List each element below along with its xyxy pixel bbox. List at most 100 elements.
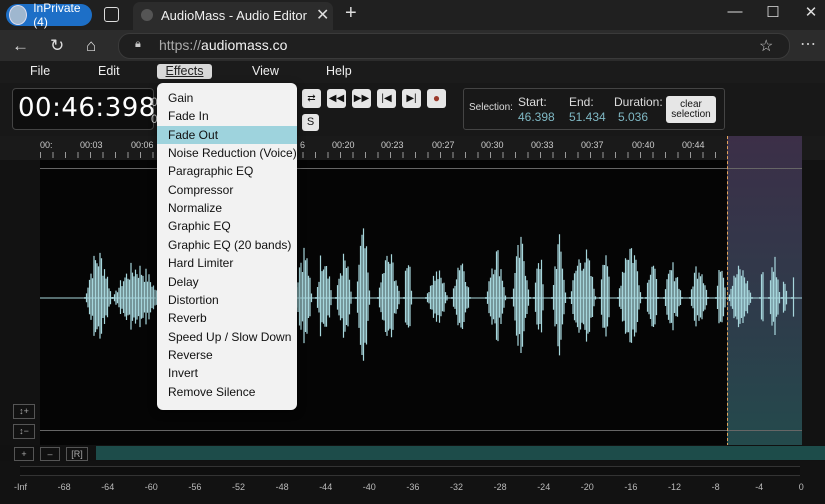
effects-menu-item[interactable]: Gain <box>157 89 297 107</box>
ruler-tick-label: 00: <box>40 140 53 150</box>
zoom-vertical-in-button[interactable]: ↕+ <box>13 404 35 419</box>
effects-menu-item[interactable]: Graphic EQ (20 bands) <box>157 236 297 254</box>
ruler-tick-label: 00:40 <box>632 140 655 150</box>
home-icon[interactable]: ⌂ <box>86 36 96 56</box>
meter-db-label: -16 <box>624 482 638 492</box>
ruler-tick-label: 00:30 <box>481 140 504 150</box>
effects-menu-item[interactable]: Hard Limiter <box>157 254 297 272</box>
effects-menu-item[interactable]: Delay <box>157 273 297 291</box>
browser-tab-bar <box>0 0 825 30</box>
end-label: End: <box>569 95 594 109</box>
meter-db-label: -36 <box>406 482 420 492</box>
ruler-tick-label: 00:33 <box>531 140 554 150</box>
minimize-icon[interactable]: — <box>720 3 750 20</box>
current-time: 00:46:398 <box>18 93 156 123</box>
end-value[interactable]: 51.434 <box>569 110 606 124</box>
meter-db-label: -64 <box>101 482 115 492</box>
effects-menu-item[interactable]: Fade Out <box>157 125 297 144</box>
ruler-tick-label: 00:06 <box>131 140 154 150</box>
more-menu-icon[interactable]: ⋯ <box>800 34 816 54</box>
back-icon[interactable]: ← <box>12 36 29 56</box>
meter-db-label: -48 <box>275 482 289 492</box>
meter-db-label: -Inf <box>14 482 28 492</box>
record-icon[interactable]: ● <box>427 89 446 108</box>
menu-view[interactable]: View <box>252 64 279 78</box>
ruler-tick-label: 6 <box>300 140 306 150</box>
meter-db-label: -20 <box>580 482 594 492</box>
horizontal-scrollbar[interactable] <box>96 446 825 460</box>
tab-close-icon[interactable]: ✕ <box>316 5 329 25</box>
meter-db-label: -32 <box>450 482 464 492</box>
favorite-star-icon[interactable]: ☆ <box>759 36 773 56</box>
url-text[interactable]: https://audiomass.co <box>159 37 287 53</box>
url-domain: audiomass.co <box>201 37 288 53</box>
zoom-vertical-out-button[interactable]: ↕− <box>13 424 35 439</box>
effects-menu-item[interactable]: Fade In <box>157 107 297 125</box>
url-protocol: https:// <box>159 37 202 53</box>
profile-avatar <box>9 5 28 25</box>
meter-db-label: -60 <box>144 482 158 492</box>
ruler-tick-label: 00:37 <box>581 140 604 150</box>
effects-menu-item[interactable]: Normalize <box>157 199 297 217</box>
skip-end-icon[interactable]: ▶| <box>402 89 421 108</box>
ruler-tick-label: 00:44 <box>682 140 705 150</box>
meter-db-label: -44 <box>319 482 333 492</box>
ruler-tick-label: 00:20 <box>332 140 355 150</box>
effects-menu-item[interactable]: Invert <box>157 364 297 382</box>
meter-db-label: -40 <box>362 482 376 492</box>
meter-db-label: -52 <box>232 482 246 492</box>
inprivate-label: InPrivate (4) <box>33 1 81 29</box>
rewind-icon[interactable]: ◀◀ <box>327 89 346 108</box>
playhead-marker[interactable] <box>727 136 728 446</box>
effects-menu-item[interactable]: Paragraphic EQ <box>157 162 297 180</box>
clear-selection-label-2: selection <box>671 108 711 120</box>
ruler-tick-label: 00:23 <box>381 140 404 150</box>
tab-actions-icon[interactable] <box>104 7 119 22</box>
effects-menu-item[interactable]: Reverse <box>157 346 297 364</box>
meter-db-label: -24 <box>537 482 551 492</box>
level-meter <box>20 466 800 476</box>
selection-label: Selection: <box>469 102 513 113</box>
meter-db-label: -68 <box>57 482 71 492</box>
effects-menu-item[interactable]: Speed Up / Slow Down <box>157 328 297 346</box>
meter-db-label: -8 <box>711 482 720 492</box>
menu-edit[interactable]: Edit <box>98 64 120 78</box>
menu-file[interactable]: File <box>30 64 50 78</box>
menu-help[interactable]: Help <box>326 64 352 78</box>
app-menu-bar <box>0 61 825 83</box>
ruler-tick-label: 00:03 <box>80 140 103 150</box>
effects-menu-item[interactable]: Distortion <box>157 291 297 309</box>
effects-menu-item[interactable]: Graphic EQ <box>157 217 297 235</box>
tab-favicon-icon <box>141 9 153 21</box>
effects-menu-item[interactable]: Remove Silence <box>157 383 297 401</box>
tab-title: AudioMass - Audio Editor <box>161 8 307 23</box>
effects-menu-item[interactable]: Reverb <box>157 309 297 327</box>
fast-forward-icon[interactable]: ▶▶ <box>352 89 371 108</box>
start-value[interactable]: 46.398 <box>518 110 555 124</box>
start-label: Start: <box>518 95 547 109</box>
s-button[interactable]: S <box>302 114 319 131</box>
waveform <box>40 228 802 361</box>
zoom-in-button[interactable]: + <box>14 447 34 461</box>
loop-icon[interactable]: ⇄ <box>302 89 321 108</box>
duration-value: 5.036 <box>618 110 649 124</box>
duration-label: Duration: <box>614 95 663 109</box>
inprivate-badge[interactable]: InPrivate (4) <box>6 1 92 29</box>
meter-db-label: -4 <box>755 482 764 492</box>
effects-menu-item[interactable]: Noise Reduction (Voice) <box>157 144 297 162</box>
ruler-tick-label: 00:27 <box>432 140 455 150</box>
clear-selection-button[interactable]: clear selection <box>666 96 716 123</box>
ruler-ticks <box>40 152 802 158</box>
new-tab-icon[interactable]: + <box>345 2 357 25</box>
lock-icon[interactable]: 🔒︎ <box>135 38 141 51</box>
zoom-out-button[interactable]: – <box>40 447 60 461</box>
menu-effects[interactable]: Effects <box>157 64 212 79</box>
meter-db-label: -28 <box>493 482 507 492</box>
meter-db-label: -56 <box>188 482 202 492</box>
window-close-icon[interactable]: ✕ <box>796 3 825 21</box>
effects-menu-item[interactable]: Compressor <box>157 181 297 199</box>
zoom-reset-button[interactable]: [R] <box>66 447 88 461</box>
skip-start-icon[interactable]: |◀ <box>377 89 396 108</box>
maximize-icon[interactable]: ☐ <box>758 3 788 21</box>
refresh-icon[interactable]: ↻ <box>50 36 64 56</box>
